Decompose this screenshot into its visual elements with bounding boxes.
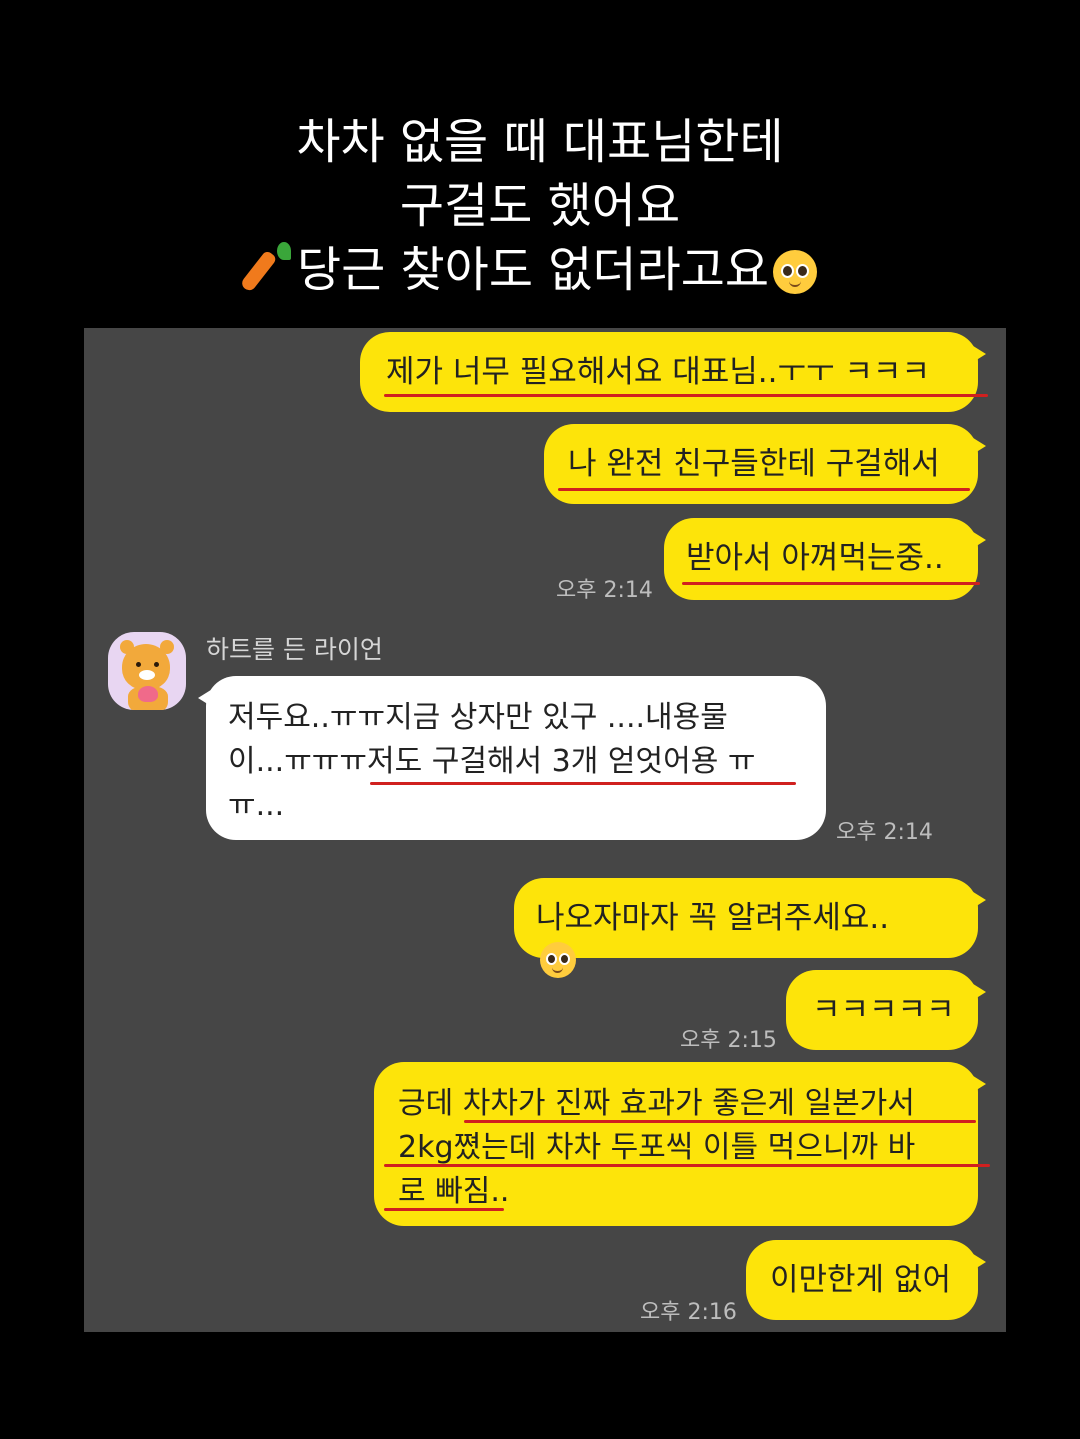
caption-line-3: 당근 찾아도 없더라고요 — [0, 238, 1080, 302]
chat-bubble-them[interactable]: 저두요..ㅠㅠ지금 상자만 있구 ....내용물 이...ㅠㅠㅠ저도 구걸해서 … — [198, 676, 826, 840]
message-text: 제가 너무 필요해서요 대표님..ㅜㅜ ㅋㅋㅋ — [386, 354, 930, 390]
caption-line-2: 구걸도 했어요 — [399, 178, 681, 234]
highlight-underline — [682, 582, 980, 585]
message-line-2: 이...ㅠㅠㅠ저도 구걸해서 3개 얻엇어용 ㅠ — [228, 744, 756, 779]
highlight-underline — [384, 394, 988, 397]
chat-bubble-me[interactable]: 이만한게 없어 — [746, 1240, 986, 1320]
message-line-3: ㅠ... — [228, 788, 285, 823]
caption-line-3-text: 당근 찾아도 없더라고요 — [296, 242, 770, 298]
message-text: 나오자마자 꼭 알려주세요.. — [536, 900, 890, 936]
highlight-underline — [370, 782, 796, 785]
pleading-face-icon — [540, 942, 576, 978]
highlight-underline — [464, 1120, 976, 1123]
sender-name: 하트를 든 라이언 — [206, 635, 383, 664]
message-timestamp: 오후 2:14 — [836, 820, 933, 845]
chat-screenshot: 제가 너무 필요해서요 대표님..ㅜㅜ ㅋㅋㅋ 나 완전 친구들한테 구걸해서 … — [84, 328, 1006, 1332]
caption: 차차 없을 때 대표님한테 구걸도 했어요 당근 찾아도 없더라고요 — [0, 110, 1080, 302]
chat-bubble-me[interactable]: ㅋㅋㅋㅋㅋ — [786, 970, 986, 1050]
chat-bubble-me[interactable]: 나 완전 친구들한테 구걸해서 — [544, 424, 986, 504]
highlight-underline — [384, 1164, 990, 1167]
chat-bubble-me[interactable]: 나오자마자 꼭 알려주세요.. — [514, 878, 986, 978]
highlight-underline — [558, 488, 970, 491]
message-text: 나 완전 친구들한테 구걸해서 — [568, 446, 940, 482]
caption-line-1: 차차 없을 때 대표님한테 — [296, 114, 784, 170]
message-line-1: 저두요..ㅠㅠ지금 상자만 있구 ....내용물 — [228, 700, 728, 735]
message-text: ㅋㅋㅋㅋㅋ — [812, 992, 955, 1028]
carrot-icon — [239, 242, 293, 293]
pleading-face-icon — [773, 250, 818, 294]
message-text: 받아서 아껴먹는중.. — [686, 540, 944, 576]
highlight-underline — [384, 1208, 504, 1211]
avatar[interactable] — [108, 632, 186, 710]
message-timestamp: 오후 2:14 — [556, 578, 653, 603]
chat-bubble-me[interactable]: 긍데 차차가 진짜 효과가 좋은게 일본가서 2kg쪘는데 차차 두포씩 이틀 … — [374, 1062, 986, 1226]
chat-bubble-me[interactable]: 제가 너무 필요해서요 대표님..ㅜㅜ ㅋㅋㅋ — [360, 332, 986, 412]
message-timestamp: 오후 2:15 — [680, 1028, 777, 1053]
message-text: 이만한게 없어 — [770, 1262, 951, 1298]
chat-bubble-me[interactable]: 받아서 아껴먹는중.. — [664, 518, 986, 600]
message-timestamp: 오후 2:16 — [640, 1300, 737, 1325]
